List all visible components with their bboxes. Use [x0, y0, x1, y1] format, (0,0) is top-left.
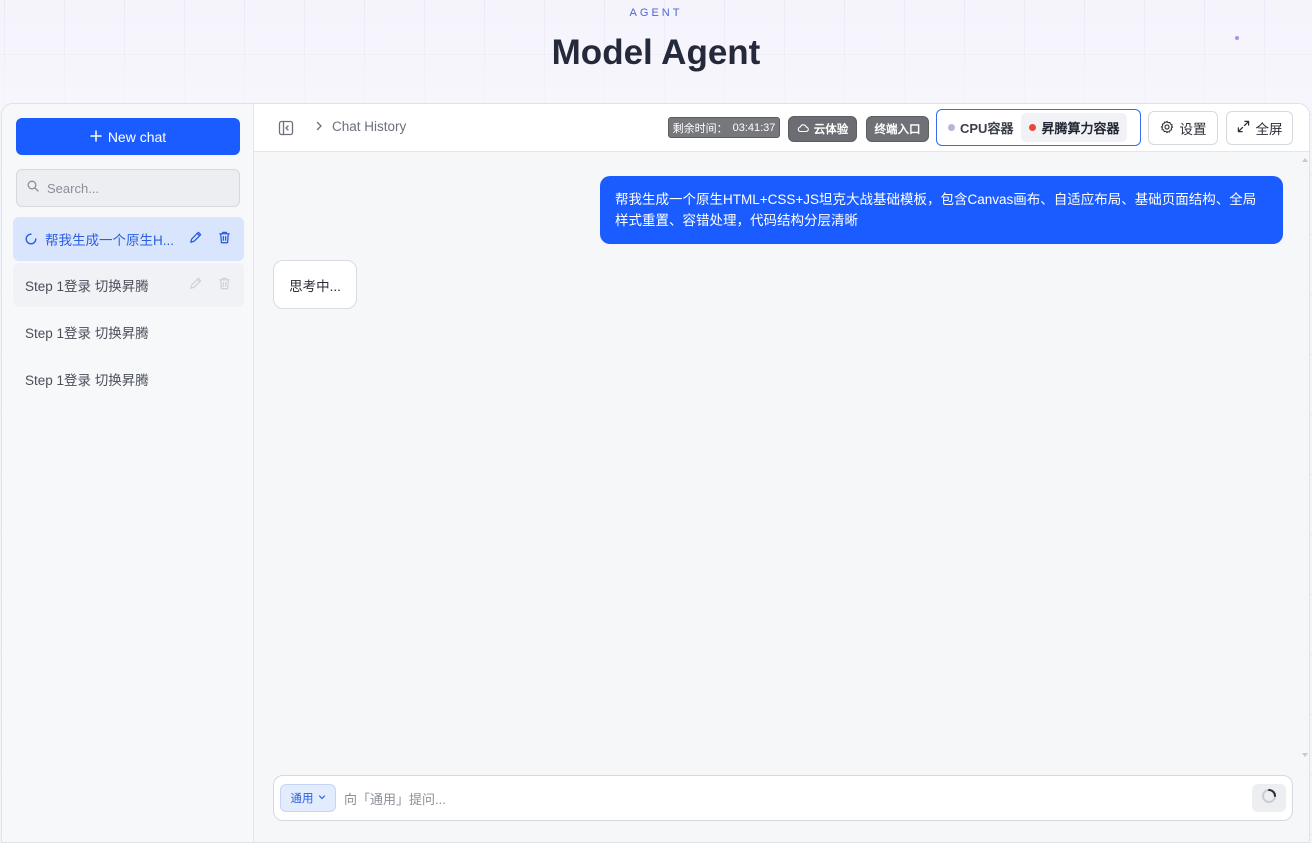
- cloud-experience-button[interactable]: 云体验: [788, 116, 857, 142]
- sidebar-toggle-icon[interactable]: [278, 120, 294, 136]
- sidebar: New chat 帮我生成一个原生H... Step 1登录: [2, 104, 254, 842]
- history-item[interactable]: Step 1登录 切换昇腾: [13, 357, 244, 401]
- user-message: 帮我生成一个原生HTML+CSS+JS坦克大战基础模板，包含Canvas画布、自…: [600, 176, 1283, 244]
- fullscreen-button[interactable]: 全屏: [1226, 111, 1293, 145]
- page-title: Model Agent: [551, 33, 761, 72]
- history-item-label: Step 1登录 切换昇腾: [25, 326, 149, 341]
- delete-icon[interactable]: [217, 276, 232, 294]
- message-list: 帮我生成一个原生HTML+CSS+JS坦克大战基础模板，包含Canvas画布、自…: [254, 153, 1309, 773]
- edit-icon[interactable]: [188, 276, 203, 294]
- search-box[interactable]: [16, 169, 240, 207]
- terminal-entry-button[interactable]: 终端入口: [866, 116, 929, 142]
- edit-icon[interactable]: [188, 230, 203, 248]
- history-item-label: 帮我生成一个原生H...: [45, 233, 175, 248]
- composer: 通用: [273, 775, 1293, 821]
- cpu-container-option[interactable]: CPU容器: [940, 113, 1021, 142]
- history-item[interactable]: Step 1登录 切换昇腾: [13, 263, 244, 307]
- chevron-right-icon: [314, 119, 324, 134]
- prompt-input[interactable]: [344, 788, 1224, 810]
- chevron-down-icon: [318, 792, 326, 804]
- send-button[interactable]: [1252, 784, 1286, 812]
- loading-spinner-icon: [25, 233, 37, 245]
- hero-kicker: AGENT: [629, 7, 683, 19]
- breadcrumb-label[interactable]: Chat History: [332, 119, 406, 134]
- loading-spinner-icon: [1261, 788, 1277, 809]
- top-bar: Chat History 剩余时间： 03:41:37 云体验 终端入口 CPU容…: [254, 104, 1309, 152]
- new-chat-label: New chat: [107, 128, 167, 145]
- settings-button[interactable]: 设置: [1148, 111, 1218, 145]
- search-input[interactable]: [47, 180, 227, 196]
- container-switcher: CPU容器 昇腾算力容器: [936, 109, 1141, 146]
- status-dot: [948, 124, 955, 131]
- search-icon: [27, 179, 39, 197]
- mode-select[interactable]: 通用: [280, 784, 336, 812]
- expand-icon: [1237, 120, 1250, 136]
- cloud-icon: [797, 123, 809, 136]
- remaining-time-badge: 剩余时间： 03:41:37: [668, 117, 780, 138]
- ascend-container-option[interactable]: 昇腾算力容器: [1021, 113, 1128, 142]
- history-item[interactable]: Step 1登录 切换昇腾: [13, 310, 244, 354]
- fullscreen-label: 全屏: [1255, 122, 1283, 137]
- history-item-label: Step 1登录 切换昇腾: [25, 279, 149, 294]
- assistant-thinking-message: 思考中...: [273, 260, 357, 309]
- decorative-dot: [1235, 36, 1239, 40]
- status-dot: [1029, 124, 1037, 131]
- cloud-label: 云体验: [813, 124, 849, 136]
- history-item-active[interactable]: 帮我生成一个原生H...: [13, 217, 244, 261]
- scroll-up-arrow-icon[interactable]: [1302, 158, 1308, 162]
- timer-label: 剩余时间：: [672, 122, 728, 135]
- delete-icon[interactable]: [217, 230, 232, 248]
- cpu-container-label: CPU容器: [960, 121, 1014, 136]
- settings-label: 设置: [1179, 122, 1207, 137]
- plus-icon: [90, 129, 102, 145]
- timer-value: 03:41:37: [732, 121, 776, 134]
- main-panel: Chat History 剩余时间： 03:41:37 云体验 终端入口 CPU容…: [254, 104, 1309, 842]
- history-item-label: Step 1登录 切换昇腾: [25, 373, 149, 388]
- scroll-down-arrow-icon[interactable]: [1302, 753, 1308, 757]
- new-chat-button[interactable]: New chat: [16, 118, 240, 155]
- mode-select-label: 通用: [290, 793, 314, 805]
- ascend-container-label: 昇腾算力容器: [1041, 121, 1120, 136]
- breadcrumb: Chat History: [314, 119, 406, 134]
- app-window: New chat 帮我生成一个原生H... Step 1登录: [1, 103, 1310, 843]
- terminal-label: 终端入口: [874, 124, 921, 136]
- gear-icon: [1160, 120, 1174, 137]
